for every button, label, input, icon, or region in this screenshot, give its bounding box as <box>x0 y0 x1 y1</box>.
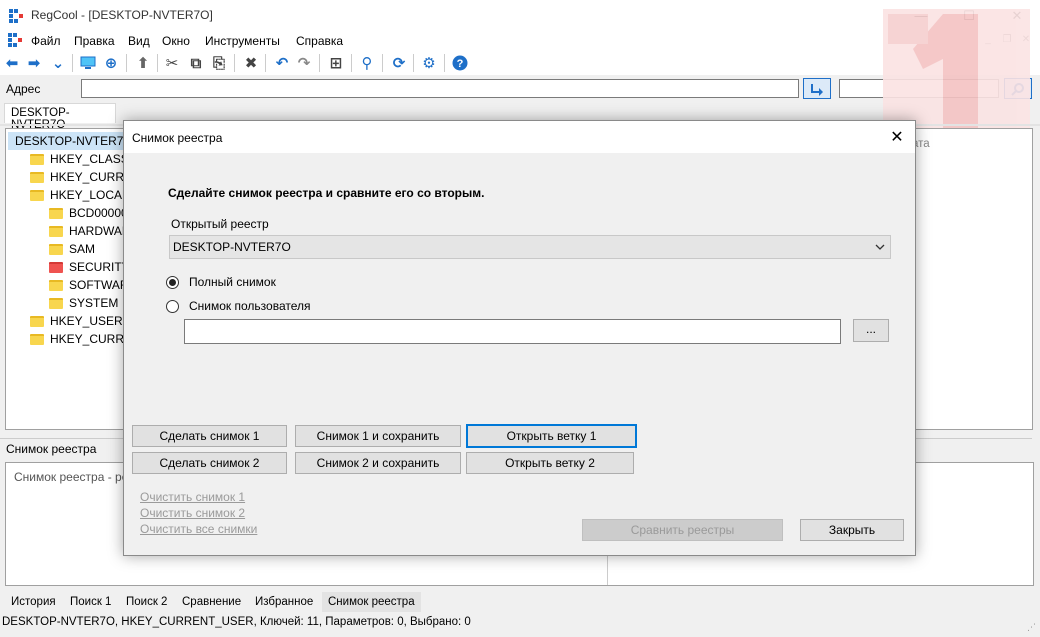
copy-icon[interactable]: ⧉ <box>186 53 206 73</box>
dialog-title: Снимок реестра <box>132 131 223 145</box>
new-key-icon[interactable]: ⊞ <box>326 53 346 73</box>
menu-help[interactable]: Справка <box>296 34 343 48</box>
tree-item-label: SAM <box>69 242 96 256</box>
bottom-tab-strip: История Поиск 1 Поиск 2 Сравнение Избран… <box>0 590 1040 612</box>
tree-item-label: HARDWAR <box>69 224 131 238</box>
radio-user-control[interactable] <box>166 299 179 313</box>
open-registry-select[interactable]: DESKTOP-NVTER7O <box>169 235 891 259</box>
refresh-icon[interactable]: ⟳ <box>389 53 409 73</box>
chevron-down-icon <box>875 244 885 250</box>
network-icon[interactable]: ⊕ <box>101 53 121 73</box>
tree-item[interactable]: SECURITY <box>49 258 130 276</box>
tree-item[interactable]: HKEY_LOCAL_ <box>30 186 135 204</box>
resize-grip-icon[interactable]: ⋰ <box>1027 622 1036 633</box>
help-icon[interactable]: ? <box>450 53 470 73</box>
folder-icon <box>49 207 63 219</box>
make-snapshot-1-button[interactable]: Сделать снимок 1 <box>132 425 287 447</box>
menu-window[interactable]: Окно <box>162 34 190 48</box>
tab-search-2[interactable]: Поиск 2 <box>120 592 173 612</box>
address-input[interactable] <box>81 79 799 98</box>
delete-icon[interactable]: ✖ <box>241 53 261 73</box>
search-icon[interactable]: ⚲ <box>357 53 377 73</box>
folder-icon <box>30 189 44 201</box>
clear-all-snapshots-link[interactable]: Очистить все снимки <box>140 522 257 536</box>
tree-root-label: DESKTOP-NVTER7O <box>15 134 133 148</box>
tree-item[interactable]: SOFTWAR <box>49 276 129 294</box>
compare-registries-button[interactable]: Сравнить реестры <box>582 519 783 541</box>
browse-button[interactable]: ... <box>853 319 889 342</box>
tab-search-1[interactable]: Поиск 1 <box>64 592 117 612</box>
snapshot-2-save-button[interactable]: Снимок 2 и сохранить <box>295 452 461 474</box>
tree-item[interactable]: HARDWAR <box>49 222 131 240</box>
snapshot-panel-text: Снимок реестра - ре <box>14 470 129 484</box>
open-registry-label: Открытый реестр <box>171 217 269 231</box>
tree-item-label: HKEY_USERS <box>50 314 131 328</box>
open-registry-value: DESKTOP-NVTER7O <box>173 240 291 254</box>
snapshot-1-save-button[interactable]: Снимок 1 и сохранить <box>295 425 461 447</box>
snapshot-path-input[interactable] <box>184 319 841 344</box>
radio-full-label: Полный снимок <box>189 275 276 289</box>
dialog-heading: Сделайте снимок реестра и сравните его с… <box>168 186 485 200</box>
folder-red-icon <box>49 261 63 273</box>
menu-tools[interactable]: Инструменты <box>205 34 280 48</box>
undo-icon[interactable]: ↶ <box>272 53 292 73</box>
folder-icon <box>49 225 63 237</box>
tree-item-label: SYSTEM <box>69 296 119 310</box>
tree-root-computer[interactable]: DESKTOP-NVTER7O <box>8 132 133 150</box>
status-text: DESKTOP-NVTER7O, HKEY_CURRENT_USER, Ключ… <box>2 616 471 628</box>
tree-item[interactable]: SYSTEM <box>49 294 118 312</box>
tree-item[interactable]: HKEY_USERS <box>30 312 131 330</box>
open-branch-1-button[interactable]: Открыть ветку 1 <box>466 424 637 448</box>
snapshot-panel-title: Снимок реестра <box>6 442 97 456</box>
folder-icon <box>49 279 63 291</box>
open-branch-2-button[interactable]: Открыть ветку 2 <box>466 452 634 474</box>
tree-item-label: SOFTWAR <box>69 278 129 292</box>
go-arrow-icon <box>811 83 823 96</box>
address-go-button[interactable] <box>803 78 831 99</box>
document-tab[interactable]: DESKTOP-NVTER7O <box>4 103 116 131</box>
dialog-close-icon[interactable]: ✕ <box>885 125 909 149</box>
up-arrow-icon[interactable]: ⬆ <box>133 53 153 73</box>
clear-snapshot-1-link[interactable]: Очистить снимок 1 <box>140 490 245 504</box>
address-label: Адрес <box>6 82 41 96</box>
menu-edit[interactable]: Правка <box>74 34 115 48</box>
cut-icon[interactable]: ✂ <box>162 53 182 73</box>
back-icon[interactable]: ⬅ <box>2 53 22 73</box>
tab-registry-snapshot[interactable]: Снимок реестра <box>322 592 421 612</box>
tab-favorites[interactable]: Избранное <box>249 592 319 612</box>
regcool-logo-icon <box>9 9 23 23</box>
radio-full-control[interactable] <box>166 275 179 289</box>
folder-icon <box>49 297 63 309</box>
paste-icon[interactable]: ⎘ <box>209 53 229 73</box>
regcool-menu-icon[interactable] <box>8 33 22 47</box>
svg-text:?: ? <box>457 58 464 70</box>
chevron-down-icon[interactable]: ⌄ <box>48 53 68 73</box>
folder-icon <box>30 333 44 345</box>
radio-user-label: Снимок пользователя <box>189 299 311 313</box>
forward-icon[interactable]: ➡ <box>24 53 44 73</box>
computer-icon[interactable] <box>78 53 98 73</box>
snapshot-dialog: Снимок реестра ✕ Сделайте снимок реестра… <box>123 120 916 556</box>
radio-user-snapshot[interactable]: Снимок пользователя <box>166 299 311 313</box>
menu-file[interactable]: Файл <box>31 34 61 48</box>
dialog-close-button[interactable]: Закрыть <box>800 519 904 541</box>
status-bar: DESKTOP-NVTER7O, HKEY_CURRENT_USER, Ключ… <box>0 612 1040 637</box>
tab-compare[interactable]: Сравнение <box>176 592 247 612</box>
settings-gear-icon[interactable]: ⚙ <box>419 53 439 73</box>
folder-icon <box>30 153 44 165</box>
tree-item[interactable]: SAM <box>49 240 95 258</box>
folder-icon <box>30 171 44 183</box>
tab-history[interactable]: История <box>5 592 62 612</box>
dialog-title-bar: Снимок реестра ✕ <box>124 121 915 153</box>
folder-icon <box>30 315 44 327</box>
menu-view[interactable]: Вид <box>128 34 150 48</box>
tree-item-label: SECURITY <box>69 260 130 274</box>
folder-icon <box>49 243 63 255</box>
make-snapshot-2-button[interactable]: Сделать снимок 2 <box>132 452 287 474</box>
tree-item[interactable]: HKEY_CLASSE <box>30 150 137 168</box>
clear-snapshot-2-link[interactable]: Очистить снимок 2 <box>140 506 245 520</box>
radio-full-snapshot[interactable]: Полный снимок <box>166 275 276 289</box>
window-title: RegCool - [DESKTOP-NVTER7O] <box>31 8 213 22</box>
redo-icon[interactable]: ↷ <box>294 53 314 73</box>
